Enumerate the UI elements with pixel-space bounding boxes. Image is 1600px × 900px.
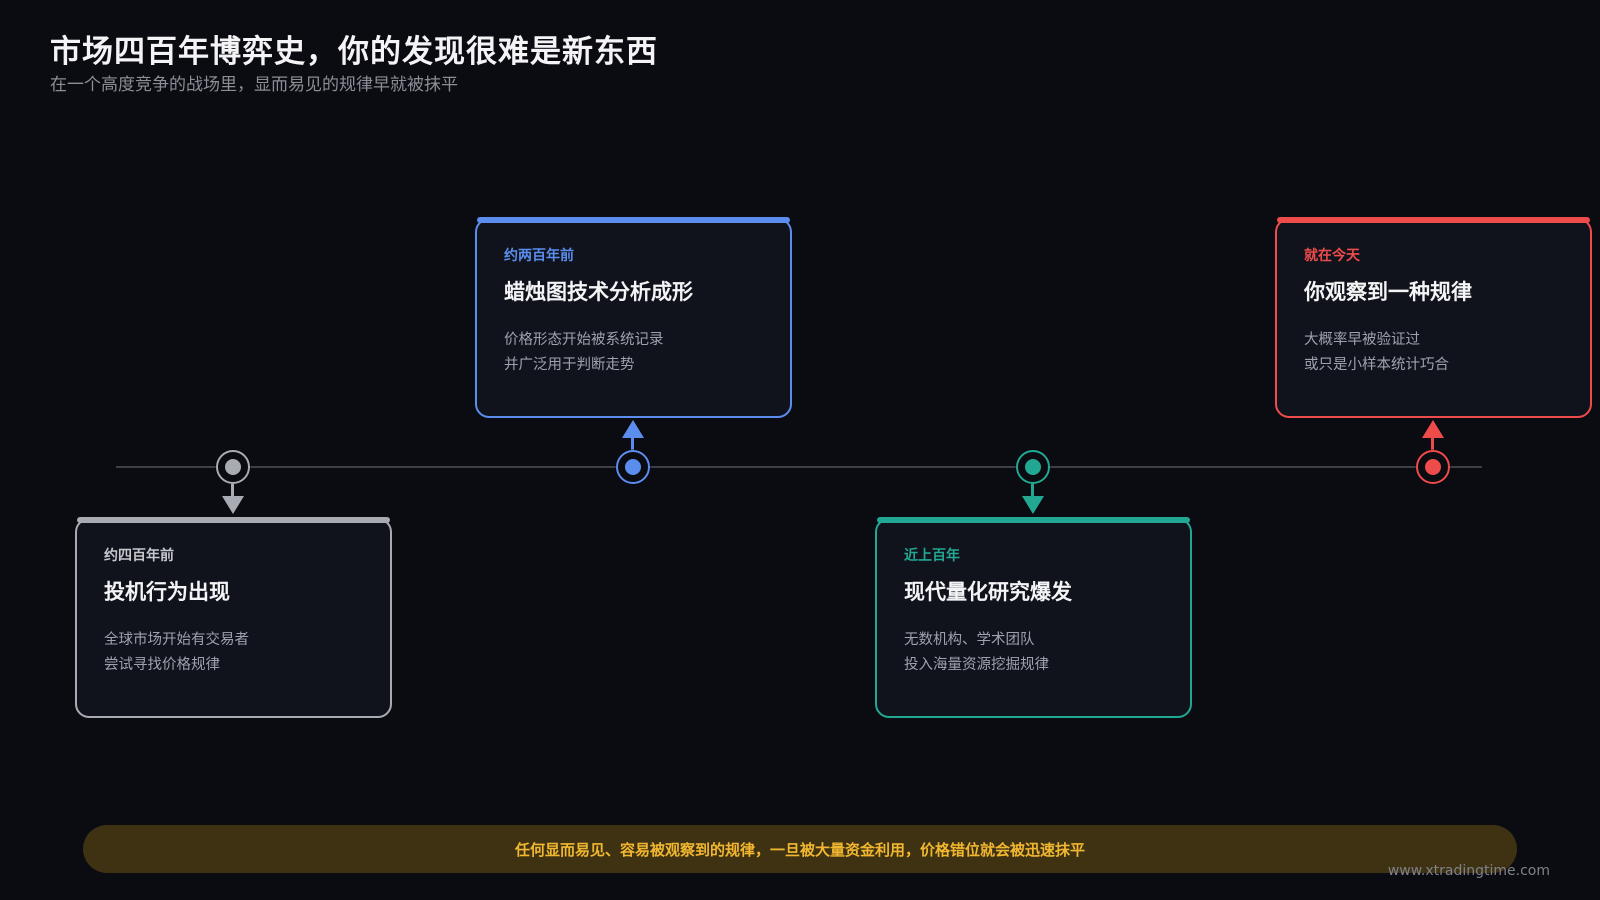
event-desc-line: 或只是小样本统计巧合	[1304, 357, 1449, 373]
timeline-node-1	[616, 450, 650, 484]
page-title: 市场四百年博弈史，你的发现很难是新东西	[50, 34, 658, 70]
timeline-line	[116, 466, 1482, 468]
event-era: 近上百年	[904, 548, 960, 564]
connector-stem-3	[1431, 436, 1434, 450]
event-era: 约两百年前	[504, 248, 574, 264]
timeline-node-2	[1016, 450, 1050, 484]
event-card-3: 就在今天 你观察到一种规律 大概率早被验证过 或只是小样本统计巧合	[1275, 217, 1592, 418]
event-desc-line: 投入海量资源挖掘规律	[904, 657, 1049, 673]
arrow-down-icon	[222, 496, 244, 514]
arrow-down-icon	[1022, 496, 1044, 514]
event-card-2: 近上百年 现代量化研究爆发 无数机构、学术团队 投入海量资源挖掘规律	[875, 517, 1192, 718]
connector-stem-1	[631, 436, 634, 450]
timeline-node-0	[216, 450, 250, 484]
event-description: 大概率早被验证过 或只是小样本统计巧合	[1304, 328, 1449, 378]
website-url: www.xtradingtime.com	[1387, 863, 1550, 879]
event-description: 无数机构、学术团队 投入海量资源挖掘规律	[904, 628, 1049, 678]
event-description: 全球市场开始有交易者 尝试寻找价格规律	[104, 628, 249, 678]
card-accent-bar	[477, 217, 790, 223]
event-heading: 现代量化研究爆发	[904, 580, 1072, 604]
event-card-1: 约两百年前 蜡烛图技术分析成形 价格形态开始被系统记录 并广泛用于判断走势	[475, 217, 792, 418]
event-desc-line: 价格形态开始被系统记录	[504, 332, 664, 348]
event-era: 就在今天	[1304, 248, 1360, 264]
timeline-node-3	[1416, 450, 1450, 484]
banner-text: 任何显而易见、容易被观察到的规律，一旦被大量资金利用，价格错位就会被迅速抹平	[514, 840, 1085, 859]
page-subtitle: 在一个高度竞争的战场里，显而易见的规律早就被抹平	[50, 75, 458, 95]
event-card-0: 约四百年前 投机行为出现 全球市场开始有交易者 尝试寻找价格规律	[75, 517, 392, 718]
card-accent-bar	[1277, 217, 1590, 223]
event-era: 约四百年前	[104, 548, 174, 564]
event-description: 价格形态开始被系统记录 并广泛用于判断走势	[504, 328, 664, 378]
event-desc-line: 尝试寻找价格规律	[104, 657, 220, 673]
event-desc-line: 全球市场开始有交易者	[104, 632, 249, 648]
event-desc-line: 无数机构、学术团队	[904, 632, 1035, 648]
event-heading: 你观察到一种规律	[1304, 280, 1472, 304]
event-desc-line: 并广泛用于判断走势	[504, 357, 635, 373]
card-accent-bar	[77, 517, 390, 523]
event-heading: 投机行为出现	[104, 580, 230, 604]
card-accent-bar	[877, 517, 1190, 523]
conclusion-banner: 任何显而易见、容易被观察到的规律，一旦被大量资金利用，价格错位就会被迅速抹平	[83, 825, 1517, 873]
event-desc-line: 大概率早被验证过	[1304, 332, 1420, 348]
event-heading: 蜡烛图技术分析成形	[504, 280, 693, 304]
